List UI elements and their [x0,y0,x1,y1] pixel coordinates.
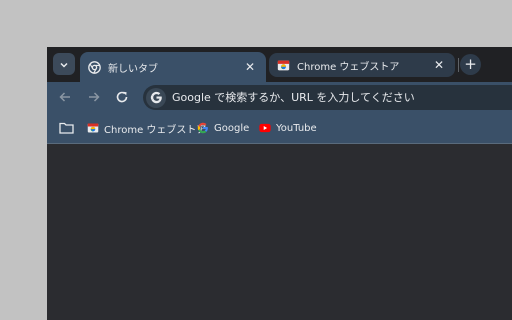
reload-button[interactable] [111,87,133,109]
arrow-left-icon [58,89,72,108]
tab-title: Chrome ウェブストア [297,61,400,73]
chevron-down-icon [59,55,69,74]
youtube-icon [259,122,271,134]
browser-window: 新しいタブ ✕ Chrome ウェブストア ✕ + Google で検索するか、… [47,47,512,320]
tab-new-tab[interactable]: 新しいタブ ✕ [80,52,266,82]
forward-button[interactable] [83,87,105,109]
google-icon [146,87,166,108]
close-icon[interactable]: ✕ [431,57,447,73]
bookmark-label: YouTube [276,122,317,134]
new-tab-button[interactable]: + [460,54,481,75]
webstore-icon [277,59,290,72]
tab-search-button[interactable] [53,53,75,75]
bookmarks-bar: Chrome ウェブストア Google YouTube [47,113,512,144]
tab-strip: 新しいタブ ✕ Chrome ウェブストア ✕ + [47,47,512,82]
folder-icon[interactable] [58,121,74,135]
bookmark-label: Chrome ウェブストア [104,124,207,136]
tab-chrome-webstore[interactable]: Chrome ウェブストア ✕ [269,53,455,77]
search-input[interactable] [172,91,502,104]
google-icon [197,122,209,134]
chrome-icon [88,60,101,74]
arrow-right-icon [87,89,101,108]
tab-separator [458,58,459,72]
bookmark-youtube[interactable]: YouTube [259,120,317,136]
address-bar[interactable] [143,85,512,110]
back-button[interactable] [54,87,76,109]
reload-icon [115,89,129,108]
toolbar [47,82,512,113]
bookmark-google[interactable]: Google [197,120,249,136]
bookmark-label: Google [214,122,250,134]
page-content [47,144,512,320]
plus-icon: + [464,55,477,73]
tab-title: 新しいタブ [108,63,158,75]
close-icon[interactable]: ✕ [242,59,258,75]
webstore-icon [87,122,99,134]
bookmark-chrome-webstore[interactable]: Chrome ウェブストア [87,120,206,136]
